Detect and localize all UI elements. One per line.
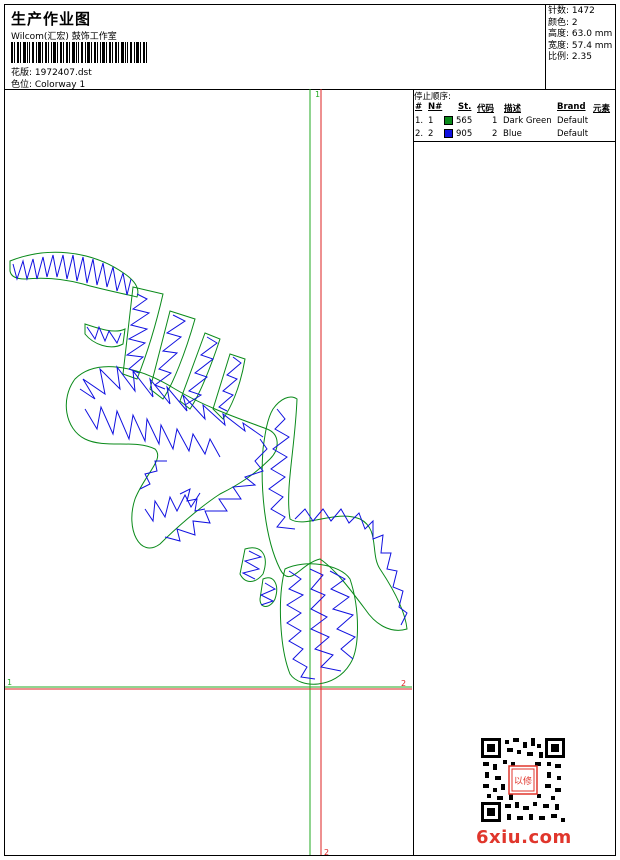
watermark-logo: 6xiu.com — [476, 827, 572, 848]
row-n: 2 — [428, 129, 434, 139]
row-n: 1 — [428, 116, 434, 126]
col-n: N# — [428, 102, 443, 112]
embroidery-design-canvas: 1 1 2 2 — [5, 89, 412, 855]
row-st: 905 — [456, 129, 473, 139]
color-swatch-blue — [444, 129, 453, 138]
stitch-count: 针数: 1472 — [548, 6, 595, 16]
row-num: 1. — [415, 116, 424, 126]
table-divider — [413, 89, 414, 855]
barcode — [11, 42, 147, 63]
company-name: Wilcom(汇宏) 鼓饰工作室 — [11, 32, 117, 42]
row-code: 2 — [492, 129, 498, 139]
guide-label-red-bottom: 2 — [324, 848, 329, 855]
row-desc: Dark Green — [503, 116, 552, 126]
stats-divider — [545, 5, 546, 89]
guide-label-red-right: 2 — [401, 679, 406, 688]
seal-stamp-text: 以修 — [514, 775, 532, 787]
row-st: 565 — [456, 116, 473, 126]
page-title: 生产作业图 — [11, 10, 92, 28]
stop-sequence-title: 停止顺序: — [414, 92, 451, 102]
col-hash: # — [415, 102, 423, 112]
motif-blue-stitches — [12, 254, 408, 680]
design-width: 宽度: 57.4 mm — [548, 40, 613, 51]
row-desc: Blue — [503, 129, 522, 139]
table-row: 1. 1 565 1 Dark Green Default — [414, 116, 614, 129]
col-st: St. — [458, 102, 472, 112]
table-row: 2. 2 905 2 Blue Default — [414, 129, 614, 142]
color-swatch-green — [444, 116, 453, 125]
design-ratio: 比例: 2.35 — [548, 52, 592, 63]
color-count: 颜色: 2 — [548, 17, 578, 28]
guide-label-green-top: 1 — [315, 90, 320, 99]
design-stats: 针数: 1472 颜色: 2 高度: 63.0 mm 宽度: 57.4 mm 比… — [548, 6, 612, 64]
row-brand: Default — [557, 129, 589, 139]
qr-code: 以修 — [481, 738, 565, 822]
col-code: 代码 — [477, 104, 495, 114]
col-element: 元素 — [593, 104, 611, 114]
row-code: 1 — [492, 116, 498, 126]
design-height: 高度: 63.0 mm — [548, 29, 613, 40]
col-desc: 描述 — [504, 104, 522, 114]
col-brand: Brand — [557, 102, 586, 112]
guide-label-green-left: 1 — [7, 678, 12, 687]
row-brand: Default — [557, 116, 589, 126]
row-num: 2. — [415, 129, 424, 139]
